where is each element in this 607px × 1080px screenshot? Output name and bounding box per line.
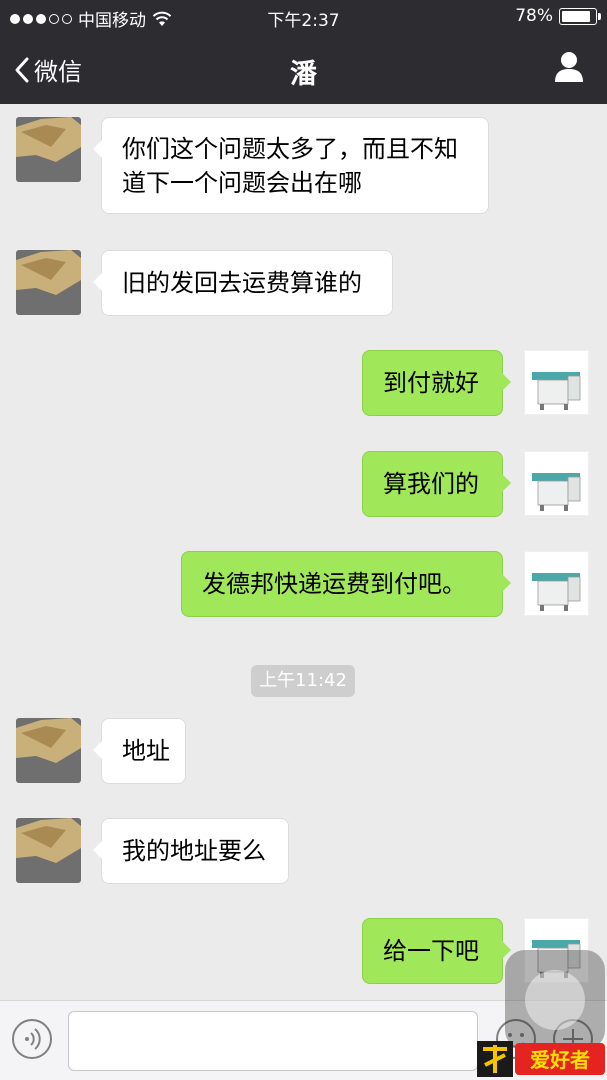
message-timestamp: 上午11:42 (251, 665, 355, 697)
voice-input-button[interactable] (12, 1019, 52, 1059)
contact-avatar[interactable] (16, 818, 81, 883)
chat-header: 微信 潘 (0, 34, 607, 104)
message-text: 给一下吧 (383, 937, 479, 965)
outgoing-message-bubble[interactable]: 到付就好 (362, 350, 511, 416)
contact-avatar[interactable] (16, 718, 81, 783)
chat-title: 潘 (290, 59, 317, 90)
message-text: 发德邦快递运费到付吧。 (202, 570, 466, 598)
watermark-text: 爱好者 (530, 1048, 590, 1072)
user-icon (555, 52, 583, 82)
incoming-message-bubble[interactable]: 你们这个问题太多了，而且不知道下一个问题会出在哪 (93, 117, 489, 214)
message-list[interactable]: 你们这个问题太多了，而且不知道下一个问题会出在哪 旧的发回去运费算谁的 到付就好 (0, 104, 607, 1000)
message-text: 旧的发回去运费算谁的 (122, 269, 362, 297)
my-avatar[interactable] (524, 551, 589, 616)
assistive-touch-ring (525, 970, 585, 1030)
contact-info-button[interactable] (553, 50, 585, 88)
incoming-message-bubble[interactable]: 地址 (93, 718, 186, 784)
message-text: 我的地址要么 (122, 837, 266, 865)
message-text: 到付就好 (383, 369, 479, 397)
battery-icon (559, 7, 601, 25)
incoming-message-bubble[interactable]: 我的地址要么 (93, 818, 289, 884)
message-text: 你们这个问题太多了，而且不知道下一个问题会出在哪 (122, 135, 458, 197)
my-avatar[interactable] (524, 350, 589, 415)
outgoing-message-bubble[interactable]: 发德邦快递运费到付吧。 (181, 551, 511, 617)
battery-percent: 78% (515, 6, 553, 26)
my-avatar[interactable] (524, 451, 589, 516)
outgoing-message-bubble[interactable]: 算我们的 (362, 451, 511, 517)
watermark-logo: 爱好者 (475, 1035, 607, 1080)
voice-icon (25, 1028, 41, 1050)
status-bar: 中国移动 下午2:37 78% (0, 0, 607, 34)
incoming-message-bubble[interactable]: 旧的发回去运费算谁的 (93, 250, 393, 316)
contact-avatar[interactable] (16, 117, 81, 182)
outgoing-message-bubble[interactable]: 给一下吧 (362, 918, 511, 984)
message-text: 算我们的 (383, 470, 479, 498)
message-input[interactable] (68, 1011, 478, 1071)
message-text: 地址 (122, 737, 170, 765)
contact-avatar[interactable] (16, 250, 81, 315)
